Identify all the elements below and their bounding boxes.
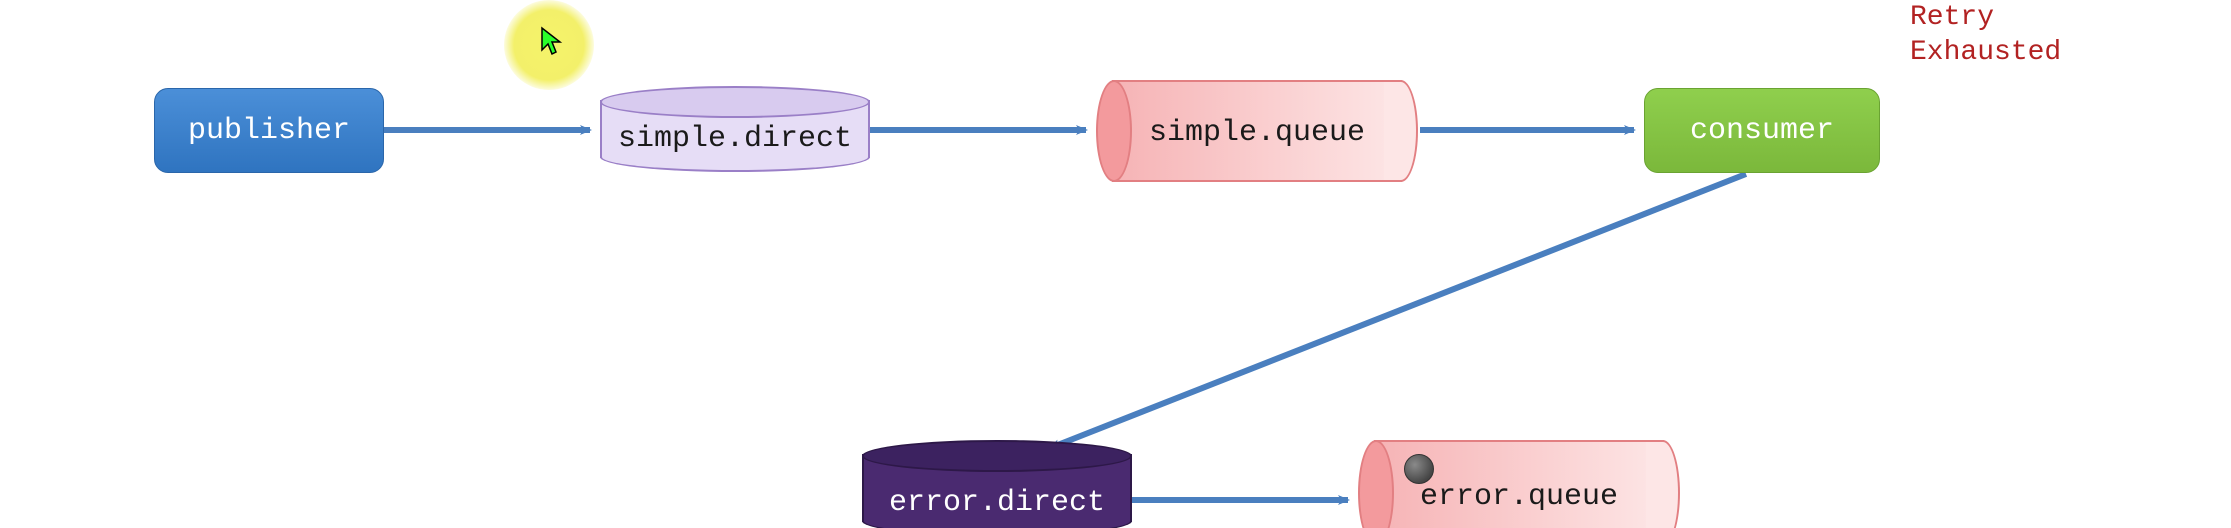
annotation-retry-exhausted: Retry Exhausted — [1910, 0, 2061, 70]
node-publisher: publisher — [154, 88, 384, 173]
node-error-queue: error.queue — [1358, 440, 1680, 528]
node-error-direct-label: error.direct — [862, 486, 1132, 520]
node-consumer-label: consumer — [1690, 114, 1834, 148]
node-error-queue-label: error.queue — [1358, 480, 1680, 514]
node-publisher-label: publisher — [188, 114, 350, 148]
node-simple-queue-label: simple.queue — [1096, 116, 1418, 150]
node-error-direct: error.direct — [862, 440, 1132, 528]
diagram-canvas: publisher simple.direct simple.queue con… — [0, 0, 2231, 528]
arrow-consumer-to-error-direct — [1050, 174, 1746, 448]
cursor-icon — [540, 26, 566, 64]
node-consumer: consumer — [1644, 88, 1880, 173]
node-simple-direct: simple.direct — [600, 86, 870, 172]
node-simple-queue: simple.queue — [1096, 80, 1418, 182]
node-simple-direct-label: simple.direct — [600, 122, 870, 156]
